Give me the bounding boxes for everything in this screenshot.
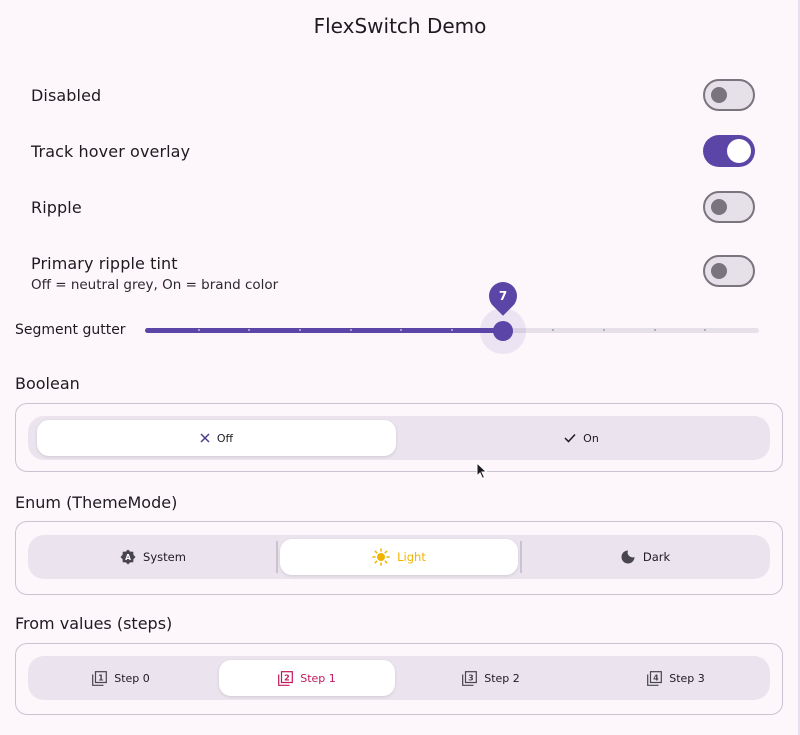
step-3-label: Step 3 (669, 671, 705, 685)
flexswitch-demo-page: FlexSwitch Demo Disabled Track hover ove… (0, 0, 800, 735)
boolean-off-segment[interactable]: Off (37, 420, 396, 456)
boolean-off-label: Off (216, 431, 234, 445)
ripple-label: Ripple (31, 198, 82, 217)
filter-2-icon: 2 (278, 670, 294, 686)
theme-mode-segmented-control: A System Light Dark (28, 535, 770, 579)
boolean-on-label: On (583, 431, 599, 445)
svg-text:4: 4 (653, 673, 659, 682)
theme-light-segment[interactable]: Light (280, 539, 518, 575)
switch-thumb (727, 139, 751, 163)
step-0-segment[interactable]: 1 Step 0 (32, 660, 210, 696)
slider-tick (197, 329, 200, 331)
slider-thumb[interactable] (493, 321, 513, 341)
segment-divider (276, 541, 278, 573)
switch-thumb (711, 87, 727, 103)
steps-section-title: From values (steps) (15, 614, 173, 633)
boolean-segmented-control: Off On (28, 416, 770, 460)
close-icon (200, 433, 210, 443)
ripple-switch[interactable] (703, 191, 755, 223)
slider-tick (653, 329, 656, 331)
primary-ripple-tint-subtitle: Off = neutral grey, On = brand color (31, 277, 279, 293)
filter-3-icon: 3 (462, 670, 478, 686)
boolean-section-title: Boolean (15, 374, 80, 393)
theme-dark-label: Dark (642, 550, 671, 564)
theme-system-label: System (143, 550, 186, 564)
disabled-label: Disabled (31, 86, 102, 105)
disabled-switch[interactable] (703, 79, 755, 111)
brightness-auto-icon: A (120, 549, 136, 565)
segment-divider (520, 541, 522, 573)
svg-text:3: 3 (468, 673, 474, 682)
slider-tick (603, 329, 605, 331)
step-2-segment[interactable]: 3 Step 2 (402, 660, 580, 696)
theme-light-label: Light (397, 550, 426, 564)
slider-tick (451, 329, 453, 331)
enum-card: A System Light Dark (15, 521, 783, 595)
filter-4-icon: 4 (647, 670, 663, 686)
step-3-segment[interactable]: 4 Step 3 (586, 660, 766, 696)
sun-icon (372, 548, 390, 566)
segment-gutter-label: Segment gutter (15, 322, 126, 338)
primary-ripple-tint-label: Primary ripple tint (31, 254, 178, 273)
theme-system-segment[interactable]: A System (32, 539, 274, 575)
filter-1-icon: 1 (92, 670, 108, 686)
slider-value-text: 7 (498, 289, 508, 303)
step-2-label: Step 2 (484, 671, 520, 685)
primary-ripple-tint-switch[interactable] (703, 255, 755, 287)
track-hover-overlay-switch[interactable] (703, 135, 755, 167)
check-icon (564, 433, 576, 443)
moon-icon (620, 549, 636, 565)
steps-card: 1 Step 0 2 Step 1 3 Step 2 4 Step 3 (15, 643, 783, 715)
step-0-label: Step 0 (114, 671, 150, 685)
slider-tick (349, 329, 352, 331)
track-hover-overlay-label: Track hover overlay (31, 142, 191, 161)
page-title: FlexSwitch Demo (313, 14, 487, 38)
slider-tick (299, 329, 301, 331)
enum-section-title: Enum (ThemeMode) (15, 493, 178, 512)
step-1-label: Step 1 (300, 671, 336, 685)
svg-text:1: 1 (98, 673, 104, 682)
step-1-segment[interactable]: 2 Step 1 (219, 660, 395, 696)
svg-text:2: 2 (284, 673, 290, 682)
mouse-pointer-icon (476, 461, 488, 484)
switch-thumb (711, 199, 727, 215)
boolean-card: Off On (15, 403, 783, 472)
svg-text:A: A (125, 553, 131, 562)
switch-thumb (711, 263, 727, 279)
steps-segmented-control: 1 Step 0 2 Step 1 3 Step 2 4 Step 3 (28, 656, 770, 700)
theme-dark-segment[interactable]: Dark (524, 539, 766, 575)
boolean-on-segment[interactable]: On (402, 420, 761, 456)
